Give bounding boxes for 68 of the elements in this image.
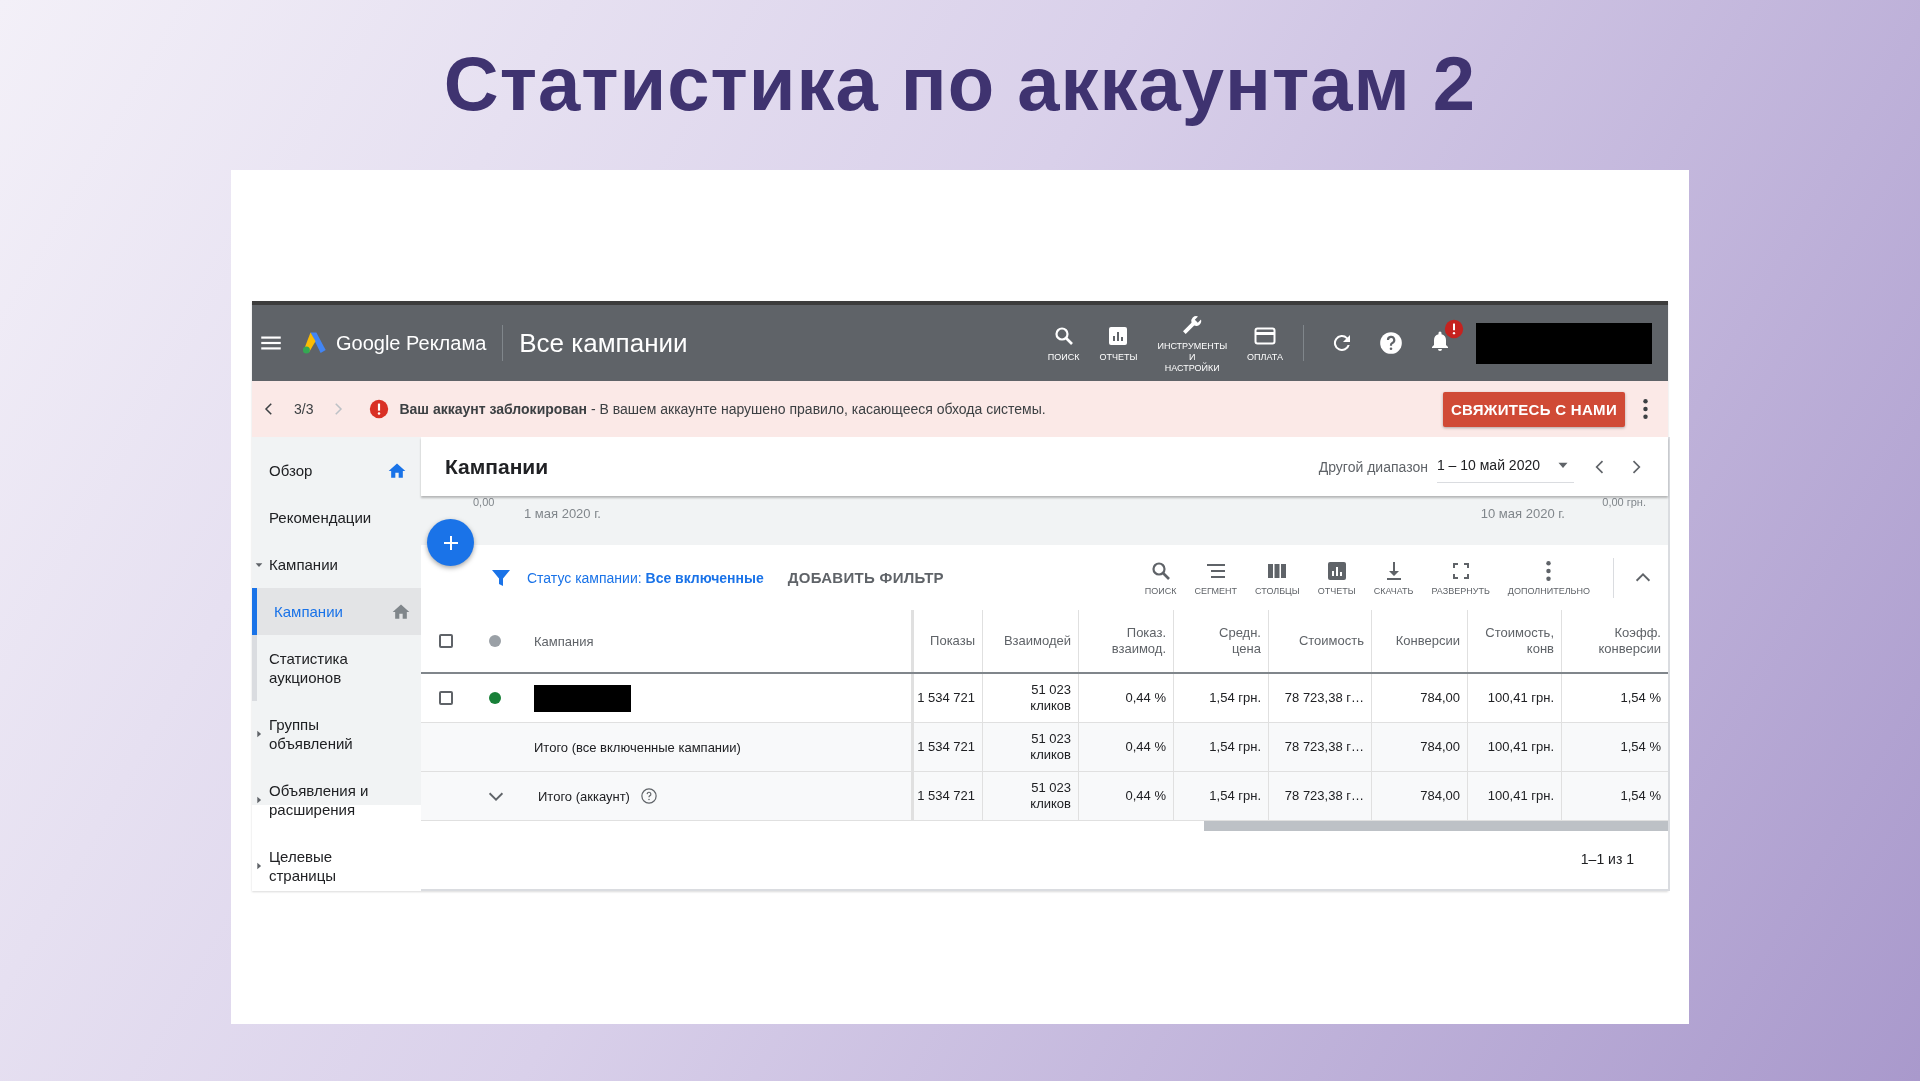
sidebar-item[interactable]: Статистика аукционов (257, 635, 421, 701)
alert-counter: 3/3 (294, 401, 314, 417)
product-name: Google Реклама (336, 331, 487, 355)
column-header[interactable]: Коэфф. конверсии (1561, 610, 1668, 672)
toolbar-button[interactable]: СТОЛБЦЫ (1249, 559, 1306, 596)
toolbar-button[interactable]: РАЗВЕРНУТЬ (1425, 559, 1496, 596)
toolbar-button[interactable]: ПОИСК (1138, 559, 1183, 596)
column-header[interactable]: Стоимость (1268, 610, 1371, 672)
sidebar-item[interactable]: Группы объявлений (252, 701, 421, 767)
toolbar-button[interactable]: ОТЧЕТЫ (1311, 559, 1362, 596)
page-title: Все кампании (519, 327, 688, 359)
sidebar-item[interactable]: Кампании (252, 588, 421, 635)
date-range-dropdown[interactable]: 1 – 10 май 2020 (1436, 450, 1574, 483)
sidebar-item[interactable]: Рекомендации (252, 494, 421, 541)
sidebar-item[interactable]: Кампании (252, 541, 421, 588)
table-cell: 51 023 кликов (982, 723, 1078, 771)
column-header[interactable]: Конверсии (1371, 610, 1467, 672)
axis-label: 0,00 грн. (1602, 496, 1646, 508)
table-cell: 100,41 грн. (1467, 723, 1561, 771)
sidebar-item[interactable]: Объявления и расширения (252, 767, 421, 833)
table-cell: 1,54 грн. (1173, 723, 1268, 771)
column-header[interactable]: Стоимость, конв (1467, 610, 1561, 672)
toolbar-button[interactable]: ИНСТРУМЕНТЫ И НАСТРОЙКИ (1151, 312, 1234, 374)
toolbar-button[interactable]: СКАЧАТЬ (1367, 559, 1420, 596)
column-header[interactable]: Взаимодей (982, 610, 1078, 672)
table-cell: 0,44 % (1078, 723, 1173, 771)
alert-message: Ваш аккаунт заблокирован - В вашем аккаунте нарушено правило, касающееся обхода системы. (399, 401, 1046, 417)
slide-title: Статистика по аккаунтам 2 (442, 40, 1478, 128)
sidebar-item[interactable]: Целевые страницы (252, 833, 421, 899)
table-cell: 1,54 % (1561, 723, 1668, 771)
table-cell: 78 723,38 г… (1268, 772, 1371, 820)
section-title: Кампании (445, 454, 550, 479)
pagination-text: 1–1 из 1 (1580, 851, 1634, 869)
toolbar-button[interactable]: СЕГМЕНТ (1188, 559, 1244, 596)
table-cell: 51 023 кликов (982, 772, 1078, 820)
column-header[interactable]: Средн. цена (1173, 610, 1268, 672)
table-cell: 784,00 (1371, 723, 1467, 771)
toolbar-button[interactable]: ДОПОЛНИТЕЛЬНО (1501, 559, 1596, 596)
column-header[interactable]: Показ. взаимод. (1078, 610, 1173, 672)
row-label: Итого (все включенные кампании) (533, 739, 742, 755)
axis-label: 0,00 (473, 496, 495, 508)
column-header[interactable]: Показы (911, 610, 982, 672)
table-cell: 78 723,38 г… (1268, 723, 1371, 771)
toolbar-button[interactable]: ОПЛАТА (1241, 323, 1289, 363)
sidebar-item[interactable]: Обзор (252, 447, 421, 494)
table-cell: 1,54 % (1561, 772, 1668, 820)
filter-status-link[interactable]: Статус кампании: Все включенные (527, 569, 764, 586)
table-cell: 1,54 грн. (1173, 772, 1268, 820)
row-label: Итого (аккаунт) (537, 788, 630, 804)
toolbar-button[interactable]: ОТЧЕТЫ (1093, 323, 1144, 363)
axis-label: 1 мая 2020 г. (524, 506, 601, 521)
toolbar-button[interactable]: ПОИСК (1041, 323, 1086, 363)
date-range-label: Другой диапазон (1318, 458, 1428, 475)
table-cell: 1 534 721 (911, 772, 982, 820)
table-cell: 0,44 % (1078, 772, 1173, 820)
column-header[interactable]: Кампания (530, 633, 911, 649)
table-cell: 784,00 (1371, 772, 1467, 820)
table-cell: 51 023 кликов (982, 674, 1078, 722)
table-cell: 78 723,38 г… (1268, 674, 1371, 722)
table-cell: 100,41 грн. (1467, 772, 1561, 820)
table-cell: 784,00 (1371, 674, 1467, 722)
add-filter-button[interactable]: ДОБАВИТЬ ФИЛЬТР (781, 568, 950, 587)
axis-label: 10 мая 2020 г. (1480, 506, 1565, 521)
table-cell: 1,54 грн. (1173, 674, 1268, 722)
table-cell: 1,54 % (1561, 674, 1668, 722)
table-cell: 100,41 грн. (1467, 674, 1561, 722)
table-cell: 0,44 % (1078, 674, 1173, 722)
contact-us-button[interactable]: СВЯЖИТЕСЬ С НАМИ (1442, 391, 1625, 427)
